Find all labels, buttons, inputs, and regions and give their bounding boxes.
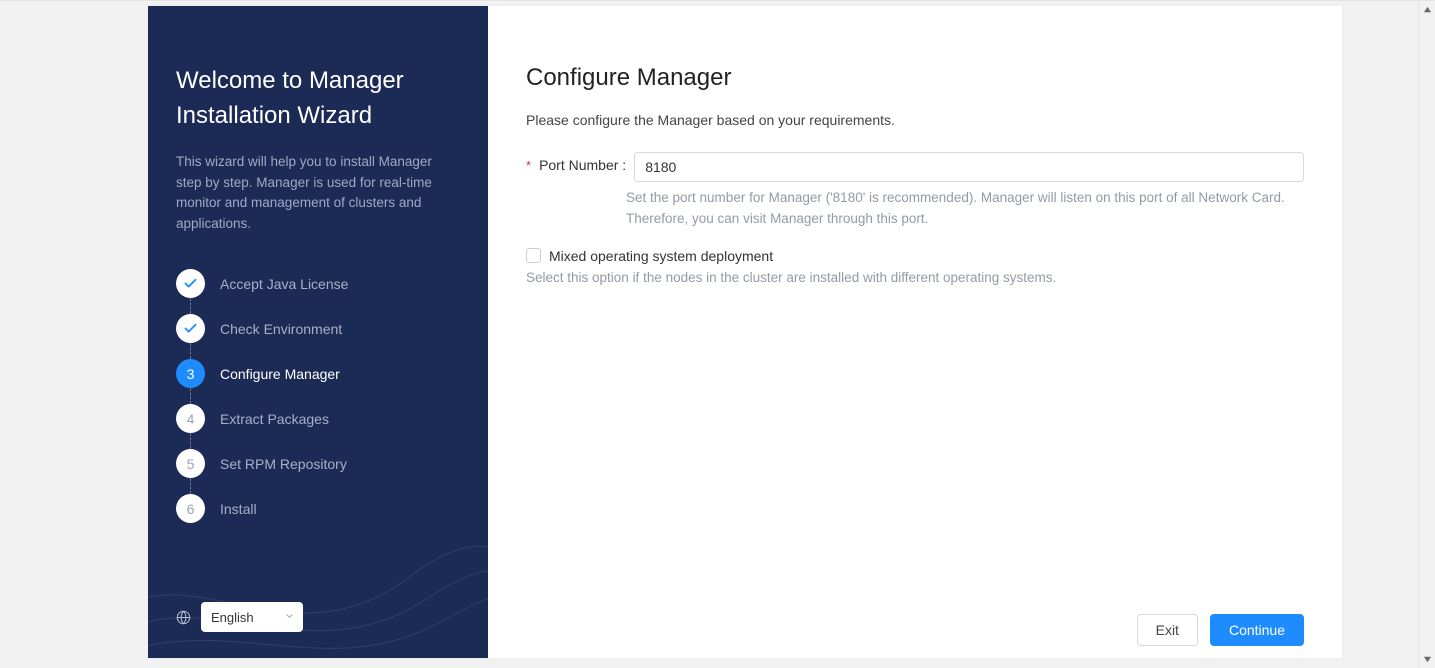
step-install[interactable]: 6 Install: [176, 486, 460, 531]
language-select[interactable]: English: [201, 602, 303, 632]
step-label: Check Environment: [220, 321, 342, 337]
step-number-icon: 4: [176, 404, 205, 433]
step-accept-java-license[interactable]: Accept Java License: [176, 261, 460, 306]
port-number-help: Set the port number for Manager ('8180' …: [626, 188, 1304, 230]
step-number-icon: 5: [176, 449, 205, 478]
port-number-row: * Port Number :: [526, 152, 1304, 182]
port-number-input[interactable]: [634, 152, 1304, 182]
required-star-icon: *: [526, 158, 531, 173]
continue-button[interactable]: Continue: [1210, 614, 1304, 646]
language-selected: English: [211, 610, 254, 625]
language-row: English: [176, 602, 303, 632]
footer-buttons: Exit Continue: [1137, 614, 1304, 646]
scroll-up-arrow-icon[interactable]: [1419, 1, 1435, 18]
step-label: Extract Packages: [220, 411, 329, 427]
scroll-track[interactable]: [1419, 18, 1435, 651]
chevron-down-icon: [284, 610, 295, 625]
mixed-os-checkbox[interactable]: [526, 248, 541, 263]
sidebar-description: This wizard will help you to install Man…: [176, 152, 460, 236]
browser-scrollbar[interactable]: [1418, 1, 1435, 668]
sidebar-title: Welcome to Manager Installation Wizard: [176, 64, 460, 134]
check-icon: [176, 314, 205, 343]
scroll-down-arrow-icon[interactable]: [1419, 651, 1435, 668]
steps-list: Accept Java License Check Environment 3 …: [176, 261, 460, 531]
globe-icon: [176, 610, 191, 625]
mixed-os-help: Select this option if the nodes in the c…: [526, 270, 1304, 285]
mixed-os-label: Mixed operating system deployment: [549, 248, 773, 264]
mixed-os-row: Mixed operating system deployment: [526, 248, 1304, 264]
step-label: Install: [220, 501, 257, 517]
step-label: Configure Manager: [220, 366, 340, 382]
step-extract-packages[interactable]: 4 Extract Packages: [176, 396, 460, 441]
step-check-environment[interactable]: Check Environment: [176, 306, 460, 351]
step-configure-manager[interactable]: 3 Configure Manager: [176, 351, 460, 396]
step-label: Accept Java License: [220, 276, 348, 292]
sidebar: Welcome to Manager Installation Wizard T…: [148, 6, 488, 658]
wizard-window: Welcome to Manager Installation Wizard T…: [148, 6, 1342, 658]
page-title: Configure Manager: [526, 64, 1304, 92]
check-icon: [176, 269, 205, 298]
port-number-label: Port Number :: [539, 157, 626, 173]
step-number-icon: 6: [176, 494, 205, 523]
page-subtitle: Please configure the Manager based on yo…: [526, 112, 1304, 128]
exit-button[interactable]: Exit: [1137, 614, 1198, 646]
viewport: Welcome to Manager Installation Wizard T…: [0, 0, 1435, 667]
step-set-rpm-repository[interactable]: 5 Set RPM Repository: [176, 441, 460, 486]
step-label: Set RPM Repository: [220, 456, 347, 472]
main-panel: Configure Manager Please configure the M…: [488, 6, 1342, 658]
step-number-icon: 3: [176, 359, 205, 388]
